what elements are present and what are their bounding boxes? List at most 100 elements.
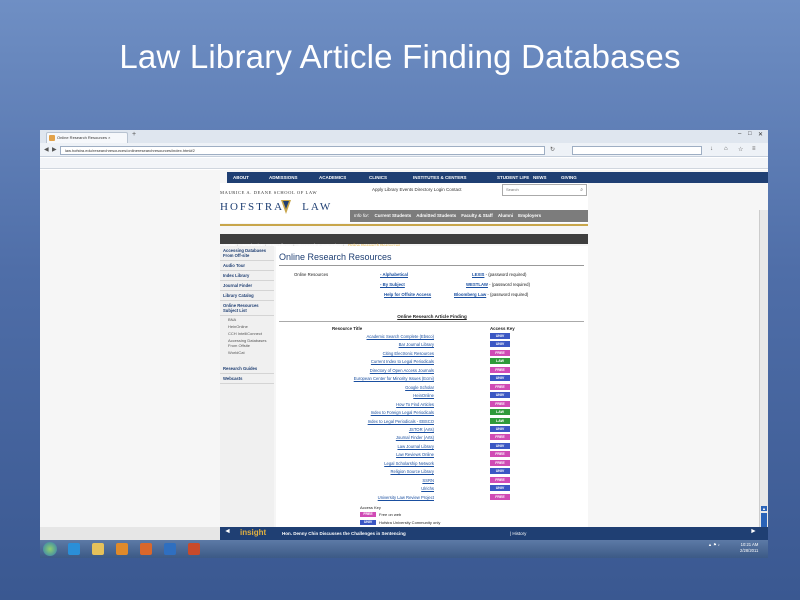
audience-link[interactable]: Current Students xyxy=(375,213,412,218)
sidebar-item[interactable]: Journal Finder xyxy=(220,281,274,291)
prev-arrow-icon[interactable]: ◄ xyxy=(224,528,231,535)
resource-link[interactable]: Citing Electronic Resources xyxy=(383,350,434,357)
resource-link[interactable]: Academic Search Complete (Ebsco) xyxy=(367,333,435,340)
firefox-app-icon[interactable] xyxy=(140,543,152,555)
sidebar-subitem[interactable]: WorldCat xyxy=(220,349,274,356)
bookmark-item[interactable]: Most Visited xyxy=(410,164,438,168)
lexis-link[interactable]: LEXIS xyxy=(472,272,484,277)
top-nav-item[interactable]: ACADEMICS xyxy=(319,172,346,183)
bookmark-item[interactable]: Latest Headlines xyxy=(477,164,512,168)
bookmark-item[interactable]: Getting Started xyxy=(441,164,474,168)
powerpoint-app-icon[interactable] xyxy=(188,543,200,555)
bloomberg-link[interactable]: Bloomberg Law xyxy=(454,292,486,297)
sidebar-item[interactable]: Library Catalog xyxy=(220,291,274,301)
sidebar-item[interactable]: Online Resources Subject List xyxy=(220,301,274,316)
scroll-up-icon[interactable]: ▲ xyxy=(761,506,767,511)
top-nav-item[interactable]: GIVING xyxy=(561,172,577,183)
bookmark-item[interactable]: Deane Law Library xyxy=(121,164,160,168)
top-nav-item[interactable]: CLINICS xyxy=(369,172,387,183)
resource-link[interactable]: SSRN xyxy=(422,477,434,484)
taskbar-clock[interactable]: 10:21 AM 2/28/2011 xyxy=(740,542,758,554)
resource-link[interactable]: Ulrichs xyxy=(421,485,434,492)
resource-link[interactable]: Current Index to Legal Periodicals xyxy=(371,358,434,365)
bookmark-item[interactable]: Hofstra Law School xyxy=(77,164,117,168)
next-arrow-icon[interactable]: ► xyxy=(750,528,757,535)
bookmark-item[interactable]: Worldcat xyxy=(325,164,347,168)
resource-link[interactable]: Bar Journal Library xyxy=(399,341,434,348)
download-icon[interactable]: ↓ xyxy=(710,146,713,152)
sidebar-item[interactable]: Index Library xyxy=(220,271,274,281)
alphabetical-link[interactable]: - Alphabetical xyxy=(380,272,408,277)
resource-link[interactable]: Legal Scholarship Network xyxy=(384,460,434,467)
audience-link[interactable]: Faculty & Staff xyxy=(461,213,493,218)
minimize-icon[interactable]: – xyxy=(738,131,741,137)
bookmark-item[interactable]: Lexis xyxy=(163,164,178,168)
sidebar-item[interactable]: Audio Tour xyxy=(220,261,274,271)
browser-tab[interactable]: Online Research Resources × xyxy=(46,132,128,143)
hofstra-law-logo[interactable]: HOFSTRA LAW xyxy=(220,201,332,213)
resource-link[interactable]: HeinOnline xyxy=(413,392,434,399)
bookmark-item[interactable]: Westlaw xyxy=(301,164,322,168)
sidebar-subitem[interactable]: BNA xyxy=(220,316,274,323)
resource-link[interactable]: Law Reviews Online xyxy=(396,451,434,458)
resource-link[interactable]: Directory of Open Access Journals xyxy=(370,367,434,374)
system-tray-icons[interactable]: ▲ ⚑ ♪ xyxy=(708,542,720,548)
bookmark-item[interactable]: HeinOnline xyxy=(273,164,298,168)
bookmark-item[interactable]: LibGuides Law Index xyxy=(547,164,589,168)
offsite-help-link[interactable]: Help for Offsite Access xyxy=(384,292,431,297)
browser-search-input[interactable] xyxy=(572,146,702,155)
page-scrollbar[interactable]: ▲ ▼ xyxy=(759,210,768,558)
audience-link[interactable]: Employers xyxy=(518,213,541,218)
resource-link[interactable]: Law Journal Library xyxy=(397,443,434,450)
ie-app-icon[interactable] xyxy=(68,543,80,555)
star-icon[interactable]: ☆ xyxy=(738,146,743,153)
top-nav-item[interactable]: ABOUT xyxy=(233,172,249,183)
site-search-input[interactable]: Search ⌕ xyxy=(502,184,587,196)
by-subject-link[interactable]: - By Subject xyxy=(380,282,405,287)
start-button-icon[interactable] xyxy=(43,542,57,556)
resource-link[interactable]: Religion Source Library xyxy=(390,468,434,475)
westlaw-link[interactable]: WESTLAW xyxy=(466,282,488,287)
bookmark-item[interactable]: PBWiki xyxy=(251,164,269,168)
utility-links[interactable]: Apply Library Events Directory Login Con… xyxy=(372,187,462,192)
explorer-app-icon[interactable] xyxy=(92,543,104,555)
bookmark-item[interactable]: Online Databases xyxy=(182,164,219,168)
sidebar-subitem[interactable]: HeinOnline xyxy=(220,323,274,330)
resource-link[interactable]: University Law Review Project xyxy=(378,494,434,501)
sidebar-item[interactable]: Research Guides xyxy=(220,364,274,374)
resource-link[interactable]: European Center for Minority Issues (Ecm… xyxy=(354,375,434,382)
outlook-app-icon[interactable] xyxy=(164,543,176,555)
new-tab-button[interactable]: + xyxy=(132,131,136,138)
url-input[interactable]: law.hofstra.edu/researchresources/online… xyxy=(60,146,545,155)
resource-link[interactable]: JSTOR (Arts) xyxy=(409,426,434,433)
bookmark-item[interactable]: Journal Finder xyxy=(350,164,381,168)
resource-link[interactable]: How To Find Articles xyxy=(396,401,434,408)
top-nav-item[interactable]: ADMISSIONS xyxy=(269,172,298,183)
close-icon[interactable]: ✕ xyxy=(758,131,763,138)
sidebar-subitem[interactable]: CCH IntelliConnect xyxy=(220,330,274,337)
audience-link[interactable]: Admitted Students xyxy=(416,213,456,218)
home-icon[interactable]: ⌂ xyxy=(724,146,728,152)
insight-headline-link[interactable]: Hon. Denny Chin Discusses the Challenges… xyxy=(282,527,406,540)
audience-link[interactable]: Alumni xyxy=(498,213,513,218)
back-arrow-icon[interactable]: ◀ xyxy=(44,146,49,153)
top-nav-item[interactable]: NEWS xyxy=(533,172,547,183)
maximize-icon[interactable]: □ xyxy=(748,131,752,137)
bookmark-item[interactable]: LexisNexis xyxy=(222,164,247,168)
sidebar-item[interactable]: Accessing Databases From Off-site xyxy=(220,246,274,261)
bookmark-item[interactable]: Most Visited xyxy=(516,164,543,168)
resource-link[interactable]: Index to Legal Periodicals - EBSCO xyxy=(368,418,434,425)
top-nav-item[interactable]: INSTITUTES & CENTERS xyxy=(413,172,467,183)
refresh-icon[interactable]: ↻ xyxy=(550,146,555,153)
resource-link[interactable]: Google Scholar xyxy=(405,384,434,391)
forward-arrow-icon[interactable]: ▶ xyxy=(52,146,57,153)
search-icon[interactable]: ⌕ xyxy=(580,185,583,195)
bookmark-item[interactable]: Bluebook xyxy=(385,164,407,168)
sidebar-item[interactable]: Webcasts xyxy=(220,374,274,384)
top-nav-item[interactable]: STUDENT LIFE xyxy=(497,172,529,183)
resource-link[interactable]: Index to Foreign Legal Periodicals xyxy=(371,409,434,416)
menu-icon[interactable]: ≡ xyxy=(752,146,756,152)
resource-link[interactable]: Journal Finder (Arts) xyxy=(396,434,434,441)
sidebar-subitem[interactable]: Accessing Databases From Offsite xyxy=(220,337,274,349)
bookmark-item[interactable]: Hofstra Portal xyxy=(44,164,73,168)
